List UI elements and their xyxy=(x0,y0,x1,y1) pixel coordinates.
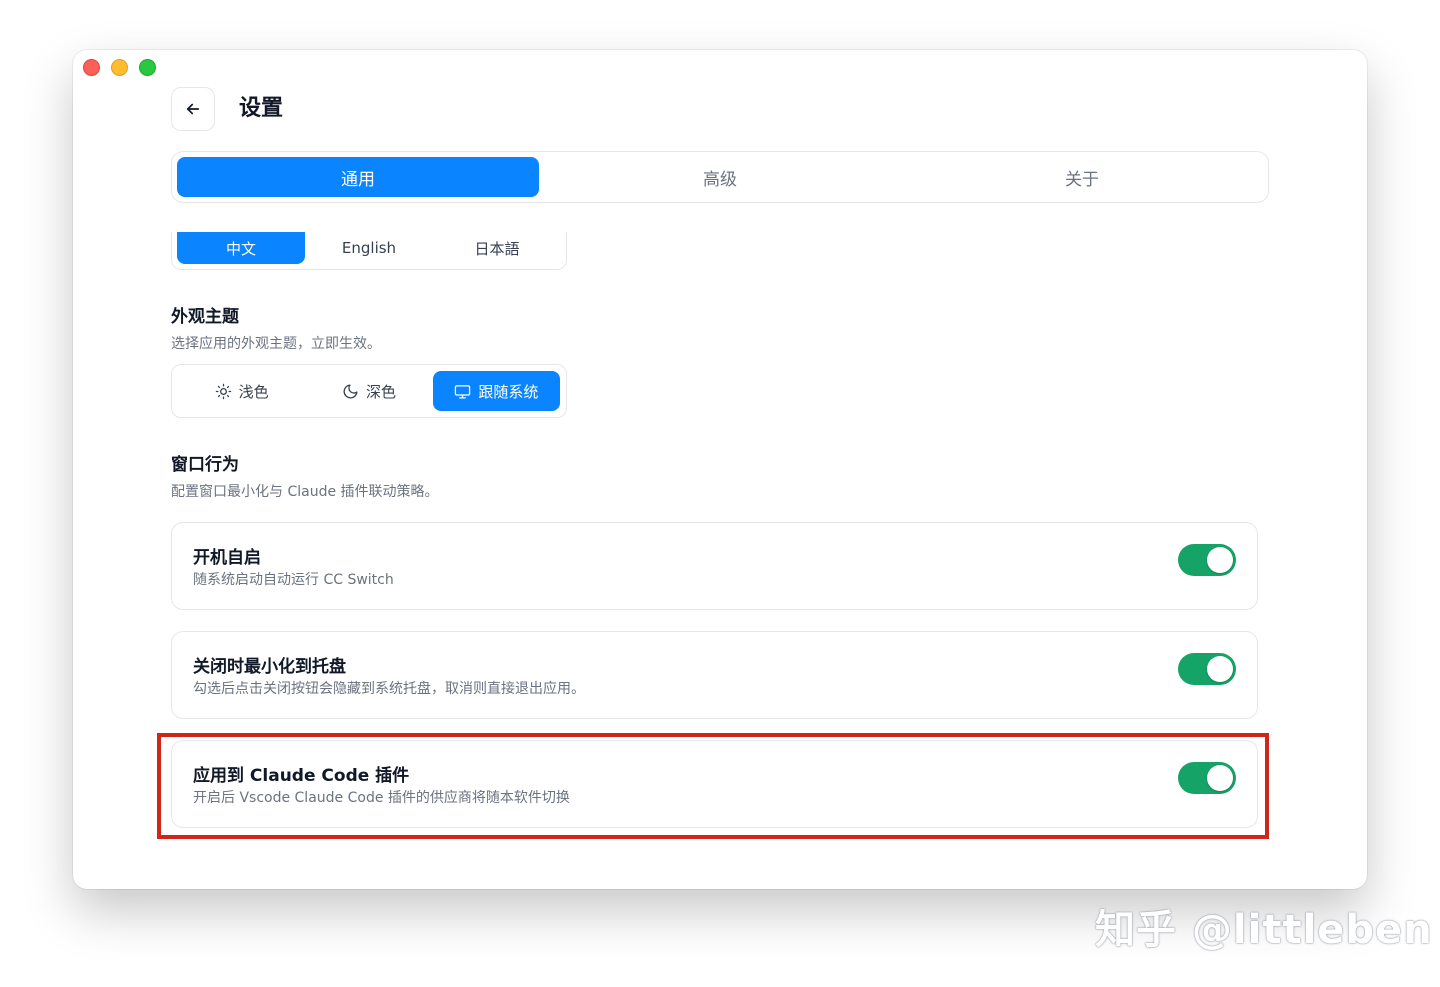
apply-to-claude-code-toggle[interactable] xyxy=(1178,762,1236,794)
theme-option-dark[interactable]: 深色 xyxy=(305,371,432,411)
window-controls xyxy=(83,59,156,76)
language-selector: 中文 English 日本語 xyxy=(171,232,567,270)
tab-about[interactable]: 关于 xyxy=(901,157,1263,197)
settings-window: 设置 通用 高级 关于 中文 English 日本語 外观主题 选择应用的外观主… xyxy=(73,50,1367,889)
theme-option-label: 浅色 xyxy=(238,382,269,401)
setting-title: 关闭时最小化到托盘 xyxy=(193,657,346,677)
monitor-icon xyxy=(455,384,471,399)
setting-card-apply-to-claude-code: 应用到 Claude Code 插件 开启后 Vscode Claude Cod… xyxy=(171,740,1258,828)
maximize-window-button[interactable] xyxy=(139,59,156,76)
minimize-window-button[interactable] xyxy=(111,59,128,76)
tab-general[interactable]: 通用 xyxy=(177,157,539,197)
close-window-button[interactable] xyxy=(83,59,100,76)
setting-card-minimize-to-tray: 关闭时最小化到托盘 勾选后点击关闭按钮会隐藏到系统托盘，取消则直接退出应用。 xyxy=(171,631,1258,719)
appearance-section-title: 外观主题 xyxy=(171,307,239,327)
setting-title: 开机自启 xyxy=(193,548,261,568)
theme-selector: 浅色 深色 跟随系统 xyxy=(171,364,567,418)
watermark: 知乎 @littleben xyxy=(1095,907,1433,953)
settings-tabs: 通用 高级 关于 xyxy=(171,151,1269,203)
language-option-japanese[interactable]: 日本語 xyxy=(433,232,561,264)
setting-card-launch-at-login: 开机自启 随系统启动自动运行 CC Switch xyxy=(171,522,1258,610)
back-button[interactable] xyxy=(171,87,215,131)
tab-advanced[interactable]: 高级 xyxy=(539,157,901,197)
setting-description: 随系统启动自动运行 CC Switch xyxy=(193,572,394,588)
setting-title: 应用到 Claude Code 插件 xyxy=(193,766,410,786)
setting-description: 勾选后点击关闭按钮会隐藏到系统托盘，取消则直接退出应用。 xyxy=(193,681,585,697)
toggle-knob xyxy=(1207,547,1233,573)
launch-at-login-toggle[interactable] xyxy=(1178,544,1236,576)
setting-description: 开启后 Vscode Claude Code 插件的供应商将随本软件切换 xyxy=(193,790,570,806)
toggle-knob xyxy=(1207,765,1233,791)
theme-option-system[interactable]: 跟随系统 xyxy=(432,371,560,411)
appearance-section-description: 选择应用的外观主题，立即生效。 xyxy=(171,336,381,352)
theme-option-label: 深色 xyxy=(365,382,396,401)
arrow-left-icon xyxy=(186,103,200,115)
page-title: 设置 xyxy=(239,96,284,121)
window-behavior-section-title: 窗口行为 xyxy=(171,455,239,475)
sun-icon xyxy=(215,383,231,399)
window-behavior-section-description: 配置窗口最小化与 Claude 插件联动策略。 xyxy=(171,484,439,500)
language-option-english[interactable]: English xyxy=(305,232,433,264)
theme-option-label: 跟随系统 xyxy=(478,382,539,401)
moon-icon xyxy=(343,383,358,398)
minimize-to-tray-toggle[interactable] xyxy=(1178,653,1236,685)
theme-option-light[interactable]: 浅色 xyxy=(178,371,305,411)
toggle-knob xyxy=(1207,656,1233,682)
language-option-chinese[interactable]: 中文 xyxy=(177,232,305,264)
